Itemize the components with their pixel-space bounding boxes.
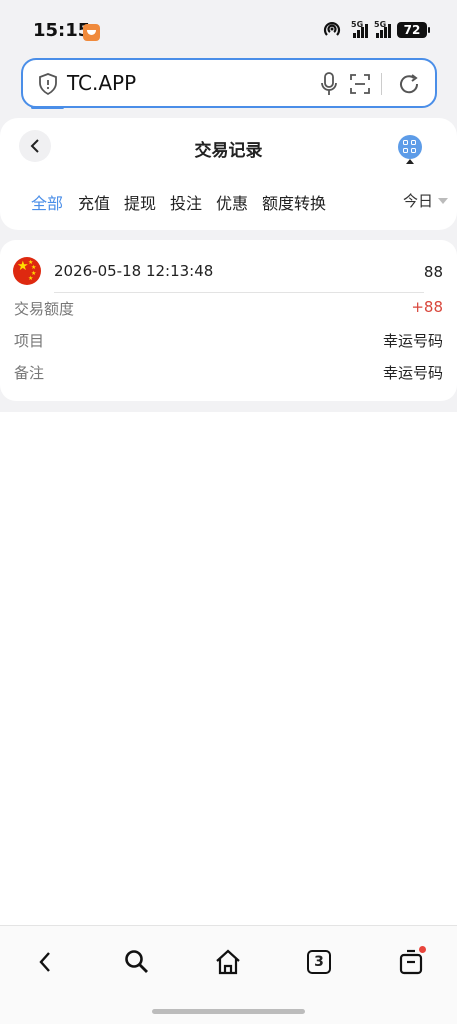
status-bar: 15:15 5G 5G 72	[0, 0, 457, 58]
search-button[interactable]	[117, 944, 157, 980]
home-icon	[216, 949, 240, 975]
divider	[54, 292, 424, 293]
status-time: 15:15	[33, 20, 91, 41]
chevron-left-icon	[39, 952, 50, 972]
china-flag-icon: ★ ★ ★ ★ ★	[13, 257, 41, 285]
transaction-record-card[interactable]: ★ ★ ★ ★ ★ 2026-05-18 12:13:48 88 交易额度 +8…	[0, 240, 457, 401]
filter-tabs: 全部 充值 提现 投注 优惠 额度转换 今日	[0, 190, 457, 230]
record-amount: 88	[423, 263, 443, 281]
grid-menu-button[interactable]	[398, 135, 422, 159]
notification-app-icon	[83, 24, 100, 41]
tab-transfer[interactable]: 额度转换	[262, 190, 326, 214]
url-text[interactable]: TC.APP	[67, 71, 136, 95]
page-header: 交易记录 全部 充值 提现 投注 优惠 额度转换 今日	[0, 118, 457, 230]
browser-bottom-nav: 3	[0, 925, 457, 1024]
tab-all[interactable]: 全部	[31, 190, 63, 214]
battery-icon: 72	[397, 22, 430, 38]
item-value: 幸运号码	[382, 332, 443, 350]
signal-icon: 5G	[374, 20, 391, 38]
signal-label: 5G	[374, 20, 387, 29]
date-filter-label: 今日	[402, 192, 433, 210]
date-filter-dropdown[interactable]: 今日	[403, 190, 448, 211]
signal-icon: 5G	[351, 20, 368, 38]
home-button[interactable]	[208, 944, 248, 980]
shield-icon[interactable]	[37, 72, 59, 96]
record-timestamp: 2026-05-18 12:13:48	[54, 262, 214, 280]
transaction-amount-value: +88	[411, 298, 443, 316]
search-icon	[125, 950, 148, 973]
tab-bet[interactable]: 投注	[170, 190, 202, 214]
transaction-amount-label: 交易额度	[14, 300, 75, 318]
home-indicator[interactable]	[152, 1009, 305, 1014]
menu-button[interactable]	[391, 944, 431, 980]
remark-label: 备注	[14, 364, 45, 382]
tabs-button[interactable]: 3	[299, 944, 339, 980]
active-tab-indicator	[31, 106, 64, 109]
reload-icon[interactable]	[396, 71, 422, 97]
microphone-icon[interactable]	[319, 71, 339, 97]
tab-withdraw[interactable]: 提现	[124, 190, 156, 214]
tab-promo[interactable]: 优惠	[216, 190, 248, 214]
notification-dot	[419, 946, 426, 953]
address-bar[interactable]: TC.APP	[21, 58, 437, 108]
battery-level: 72	[403, 23, 421, 37]
status-icons: 5G 5G 72	[323, 20, 430, 39]
url-divider	[381, 73, 382, 95]
scan-icon[interactable]	[349, 73, 371, 95]
page-title: 交易记录	[194, 141, 263, 161]
hotspot-icon	[323, 21, 345, 39]
remark-value: 幸运号码	[382, 364, 443, 382]
tab-count: 3	[307, 950, 331, 974]
caret-up-icon	[406, 159, 414, 164]
tab-deposit[interactable]: 充值	[78, 190, 110, 214]
signal-label: 5G	[351, 20, 364, 29]
back-nav-button[interactable]	[25, 944, 65, 980]
chevron-down-icon	[438, 197, 448, 204]
item-label: 项目	[14, 332, 45, 350]
